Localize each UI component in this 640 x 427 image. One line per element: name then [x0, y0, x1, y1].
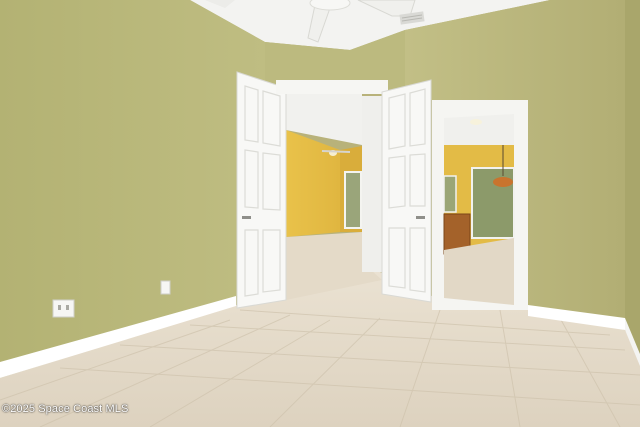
interior-wall-post: [362, 96, 382, 272]
light-switch[interactable]: [160, 280, 171, 295]
outlet-slot: [66, 305, 69, 310]
hall-window: [344, 171, 362, 229]
wall-outlet: [52, 299, 75, 318]
watermark-text: ©2025 Space Coast MLS: [2, 403, 129, 415]
room-illustration: [0, 0, 640, 427]
hall-yellow-wall: [286, 130, 340, 237]
door-handle-icon[interactable]: [416, 216, 425, 219]
right-room-window-left: [443, 175, 457, 213]
right-door[interactable]: [381, 79, 432, 303]
door-handle-icon[interactable]: [242, 216, 251, 219]
room-photo: ©2025 Space Coast MLS: [0, 0, 640, 427]
right-corner-wall: [625, 0, 640, 360]
left-door[interactable]: [236, 71, 287, 309]
outlet-slot: [58, 305, 61, 310]
doorway-header-trim: [276, 80, 388, 94]
right-room-ceiling: [444, 114, 514, 150]
right-room-light: [470, 119, 482, 125]
